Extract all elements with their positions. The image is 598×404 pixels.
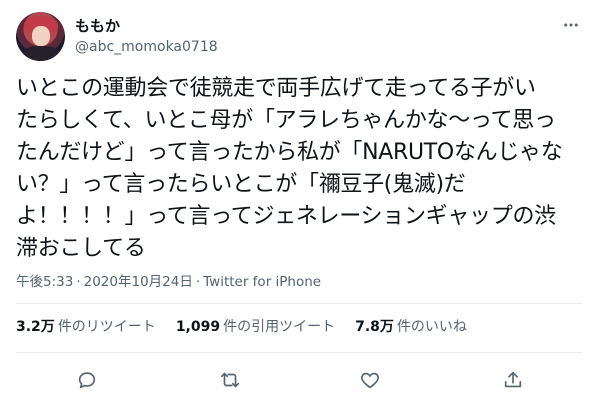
display-name[interactable]: ももか bbox=[75, 16, 218, 36]
more-icon[interactable] bbox=[560, 14, 582, 36]
tweet-stats: 3.2万 件のリツイート 1,099 件の引用ツイート 7.8万 件のいいね bbox=[16, 317, 582, 337]
meta-separator-2: · bbox=[195, 274, 201, 290]
share-icon[interactable] bbox=[501, 368, 525, 392]
tweet-meta: 午後5:33 · 2020年10月24日 · Twitter for iPhone bbox=[16, 272, 321, 292]
meta-separator: · bbox=[76, 274, 81, 290]
retweet-count[interactable]: 3.2万 件のリツイート bbox=[16, 317, 156, 337]
user-names: ももか @abc_momoka0718 bbox=[75, 16, 218, 57]
tweet-text: いとこの運動会で徒競走で両手広げて走ってる子がい たらしくて、いとこ母が「アラレ… bbox=[16, 76, 563, 261]
tweet-date[interactable]: 2020年10月24日 bbox=[84, 274, 193, 290]
avatar[interactable] bbox=[16, 12, 65, 61]
like-count-label: 件のいいね bbox=[396, 319, 467, 335]
retweet-count-label: 件のリツイート bbox=[57, 319, 156, 335]
avatar-body bbox=[22, 46, 60, 61]
quote-count-value: 1,099 bbox=[175, 319, 221, 335]
retweet-count-value: 3.2万 bbox=[16, 319, 55, 335]
tweet-time[interactable]: 午後5:33 bbox=[16, 274, 73, 290]
divider bbox=[16, 352, 582, 353]
retweet-icon[interactable] bbox=[218, 368, 242, 392]
tweet-header: ももか @abc_momoka0718 bbox=[16, 12, 582, 61]
divider bbox=[16, 303, 582, 304]
tweet-source[interactable]: Twitter for iPhone bbox=[203, 274, 321, 290]
tweet-actions bbox=[0, 362, 598, 398]
heart-icon[interactable] bbox=[358, 368, 382, 392]
avatar-face bbox=[32, 26, 50, 46]
quote-count-label: 件の引用ツイート bbox=[223, 319, 336, 335]
quote-count[interactable]: 1,099 件の引用ツイート bbox=[176, 317, 335, 337]
reply-icon[interactable] bbox=[75, 368, 99, 392]
like-count[interactable]: 7.8万 件のいいね bbox=[355, 317, 467, 337]
like-count-value: 7.8万 bbox=[355, 319, 394, 335]
user-handle[interactable]: @abc_momoka0718 bbox=[75, 37, 218, 57]
